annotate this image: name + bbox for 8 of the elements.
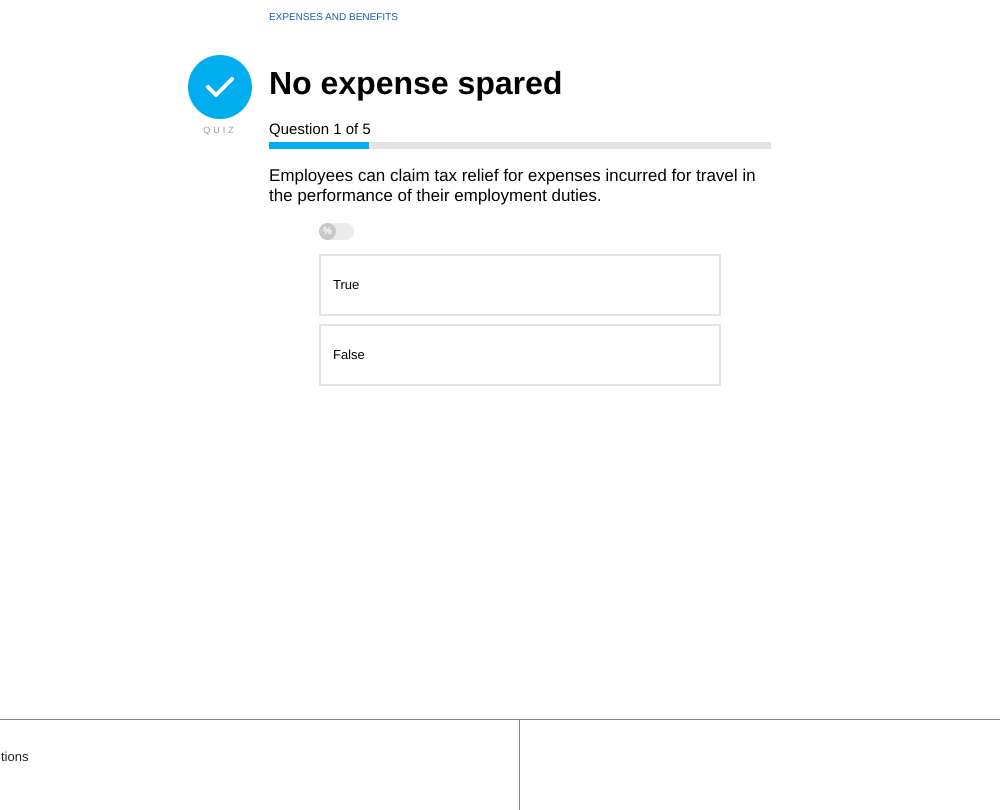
quiz-label: QUIZ: [202, 124, 238, 137]
breadcrumb-link[interactable]: EXPENSES AND BENEFITS: [269, 10, 398, 25]
progress-label: Question 1 of 5: [269, 120, 372, 140]
answer-option[interactable]: True: [319, 254, 721, 316]
footer-text: tions: [1, 748, 28, 766]
question-text: Employees can claim tax relief for expenses incurred for travel in the performance of their employment duties.: [269, 166, 757, 206]
quiz-title: No expense spared: [269, 64, 564, 103]
answer-option[interactable]: False: [319, 324, 721, 386]
